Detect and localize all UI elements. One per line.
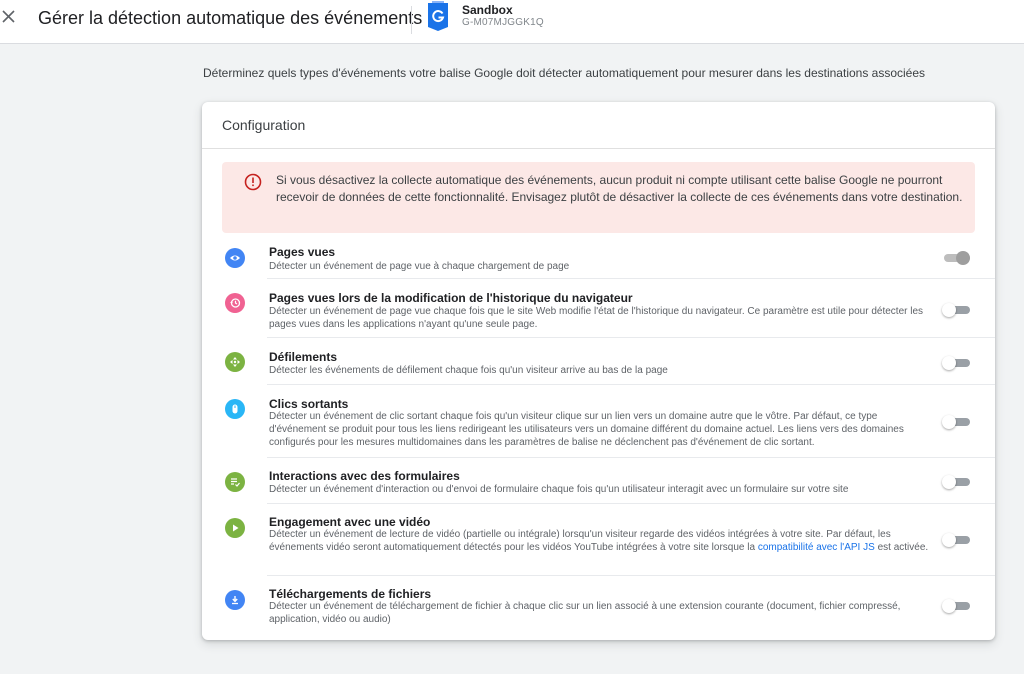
- event-toggle[interactable]: [942, 251, 972, 265]
- close-icon: [2, 10, 15, 23]
- event-title: Clics sortants: [269, 397, 349, 411]
- card-title: Configuration: [222, 117, 306, 133]
- event-toggle[interactable]: [942, 356, 972, 370]
- card-header: Configuration: [202, 102, 995, 149]
- event-row-page-views: Pages vues Détecter un événement de page…: [202, 234, 995, 279]
- account-name: Sandbox: [462, 3, 513, 17]
- divider: [411, 6, 412, 34]
- event-row-outbound-clicks: Clics sortants Détecter un événement de …: [202, 385, 995, 458]
- event-toggle[interactable]: [942, 599, 972, 613]
- event-toggle[interactable]: [942, 475, 972, 489]
- event-toggle[interactable]: [942, 303, 972, 317]
- event-description: Détecter un événement de téléchargement …: [269, 601, 901, 625]
- event-title: Interactions avec des formulaires: [269, 469, 460, 483]
- history-icon: [225, 293, 245, 313]
- description-text: est activée.: [874, 542, 929, 553]
- event-row-file-downloads: Téléchargements de fichiers Détecter un …: [202, 576, 995, 634]
- event-description: Détecter un événement de lecture de vidé…: [269, 528, 929, 554]
- event-row-form-interactions: Interactions avec des formulaires Détect…: [202, 458, 995, 504]
- event-toggle[interactable]: [942, 533, 972, 547]
- event-description: Détecter un événement de page vue à chaq…: [269, 261, 570, 272]
- move-icon: [225, 352, 245, 372]
- event-description: Détecter un événement d'interaction ou d…: [269, 484, 849, 495]
- error-icon: [244, 173, 262, 191]
- mouse-icon: [225, 399, 245, 419]
- page-title: Gérer la détection automatique des événe…: [38, 8, 423, 28]
- event-row-video-engagement: Engagement avec une vidéo Détecter un év…: [202, 504, 995, 576]
- event-description: Détecter un événement de page vue chaque…: [269, 306, 924, 330]
- google-tag-icon: [426, 0, 450, 32]
- event-title: Engagement avec une vidéo: [269, 515, 431, 529]
- event-description: Détecter les événements de défilement ch…: [269, 365, 668, 376]
- play-icon: [225, 518, 245, 538]
- event-title: Téléchargements de fichiers: [269, 587, 432, 601]
- event-toggle[interactable]: [942, 415, 972, 429]
- event-row-history-changes: Pages vues lors de la modification de l'…: [202, 279, 995, 338]
- close-button[interactable]: [0, 8, 18, 26]
- intro-text: Déterminez quels types d'événements votr…: [203, 66, 926, 80]
- event-title: Pages vues lors de la modification de l'…: [269, 291, 633, 305]
- configuration-card: Configuration Si vous désactivez la coll…: [202, 102, 995, 640]
- account-id: G-M07MJGGK1Q: [462, 17, 544, 28]
- api-compatibility-link[interactable]: compatibilité avec l'API JS: [758, 542, 875, 553]
- event-row-scrolls: Défilements Détecter les événements de d…: [202, 338, 995, 385]
- form-check-icon: [225, 472, 245, 492]
- warning-alert: Si vous désactivez la collecte automatiq…: [222, 162, 975, 233]
- alert-text: Si vous désactivez la collecte automatiq…: [276, 173, 963, 204]
- eye-icon: [225, 248, 245, 268]
- download-icon: [225, 590, 245, 610]
- event-title: Défilements: [269, 350, 338, 364]
- event-title: Pages vues: [269, 245, 336, 259]
- event-description: Détecter un événement de clic sortant ch…: [269, 411, 904, 448]
- top-bar: Gérer la détection automatique des événe…: [0, 0, 1024, 44]
